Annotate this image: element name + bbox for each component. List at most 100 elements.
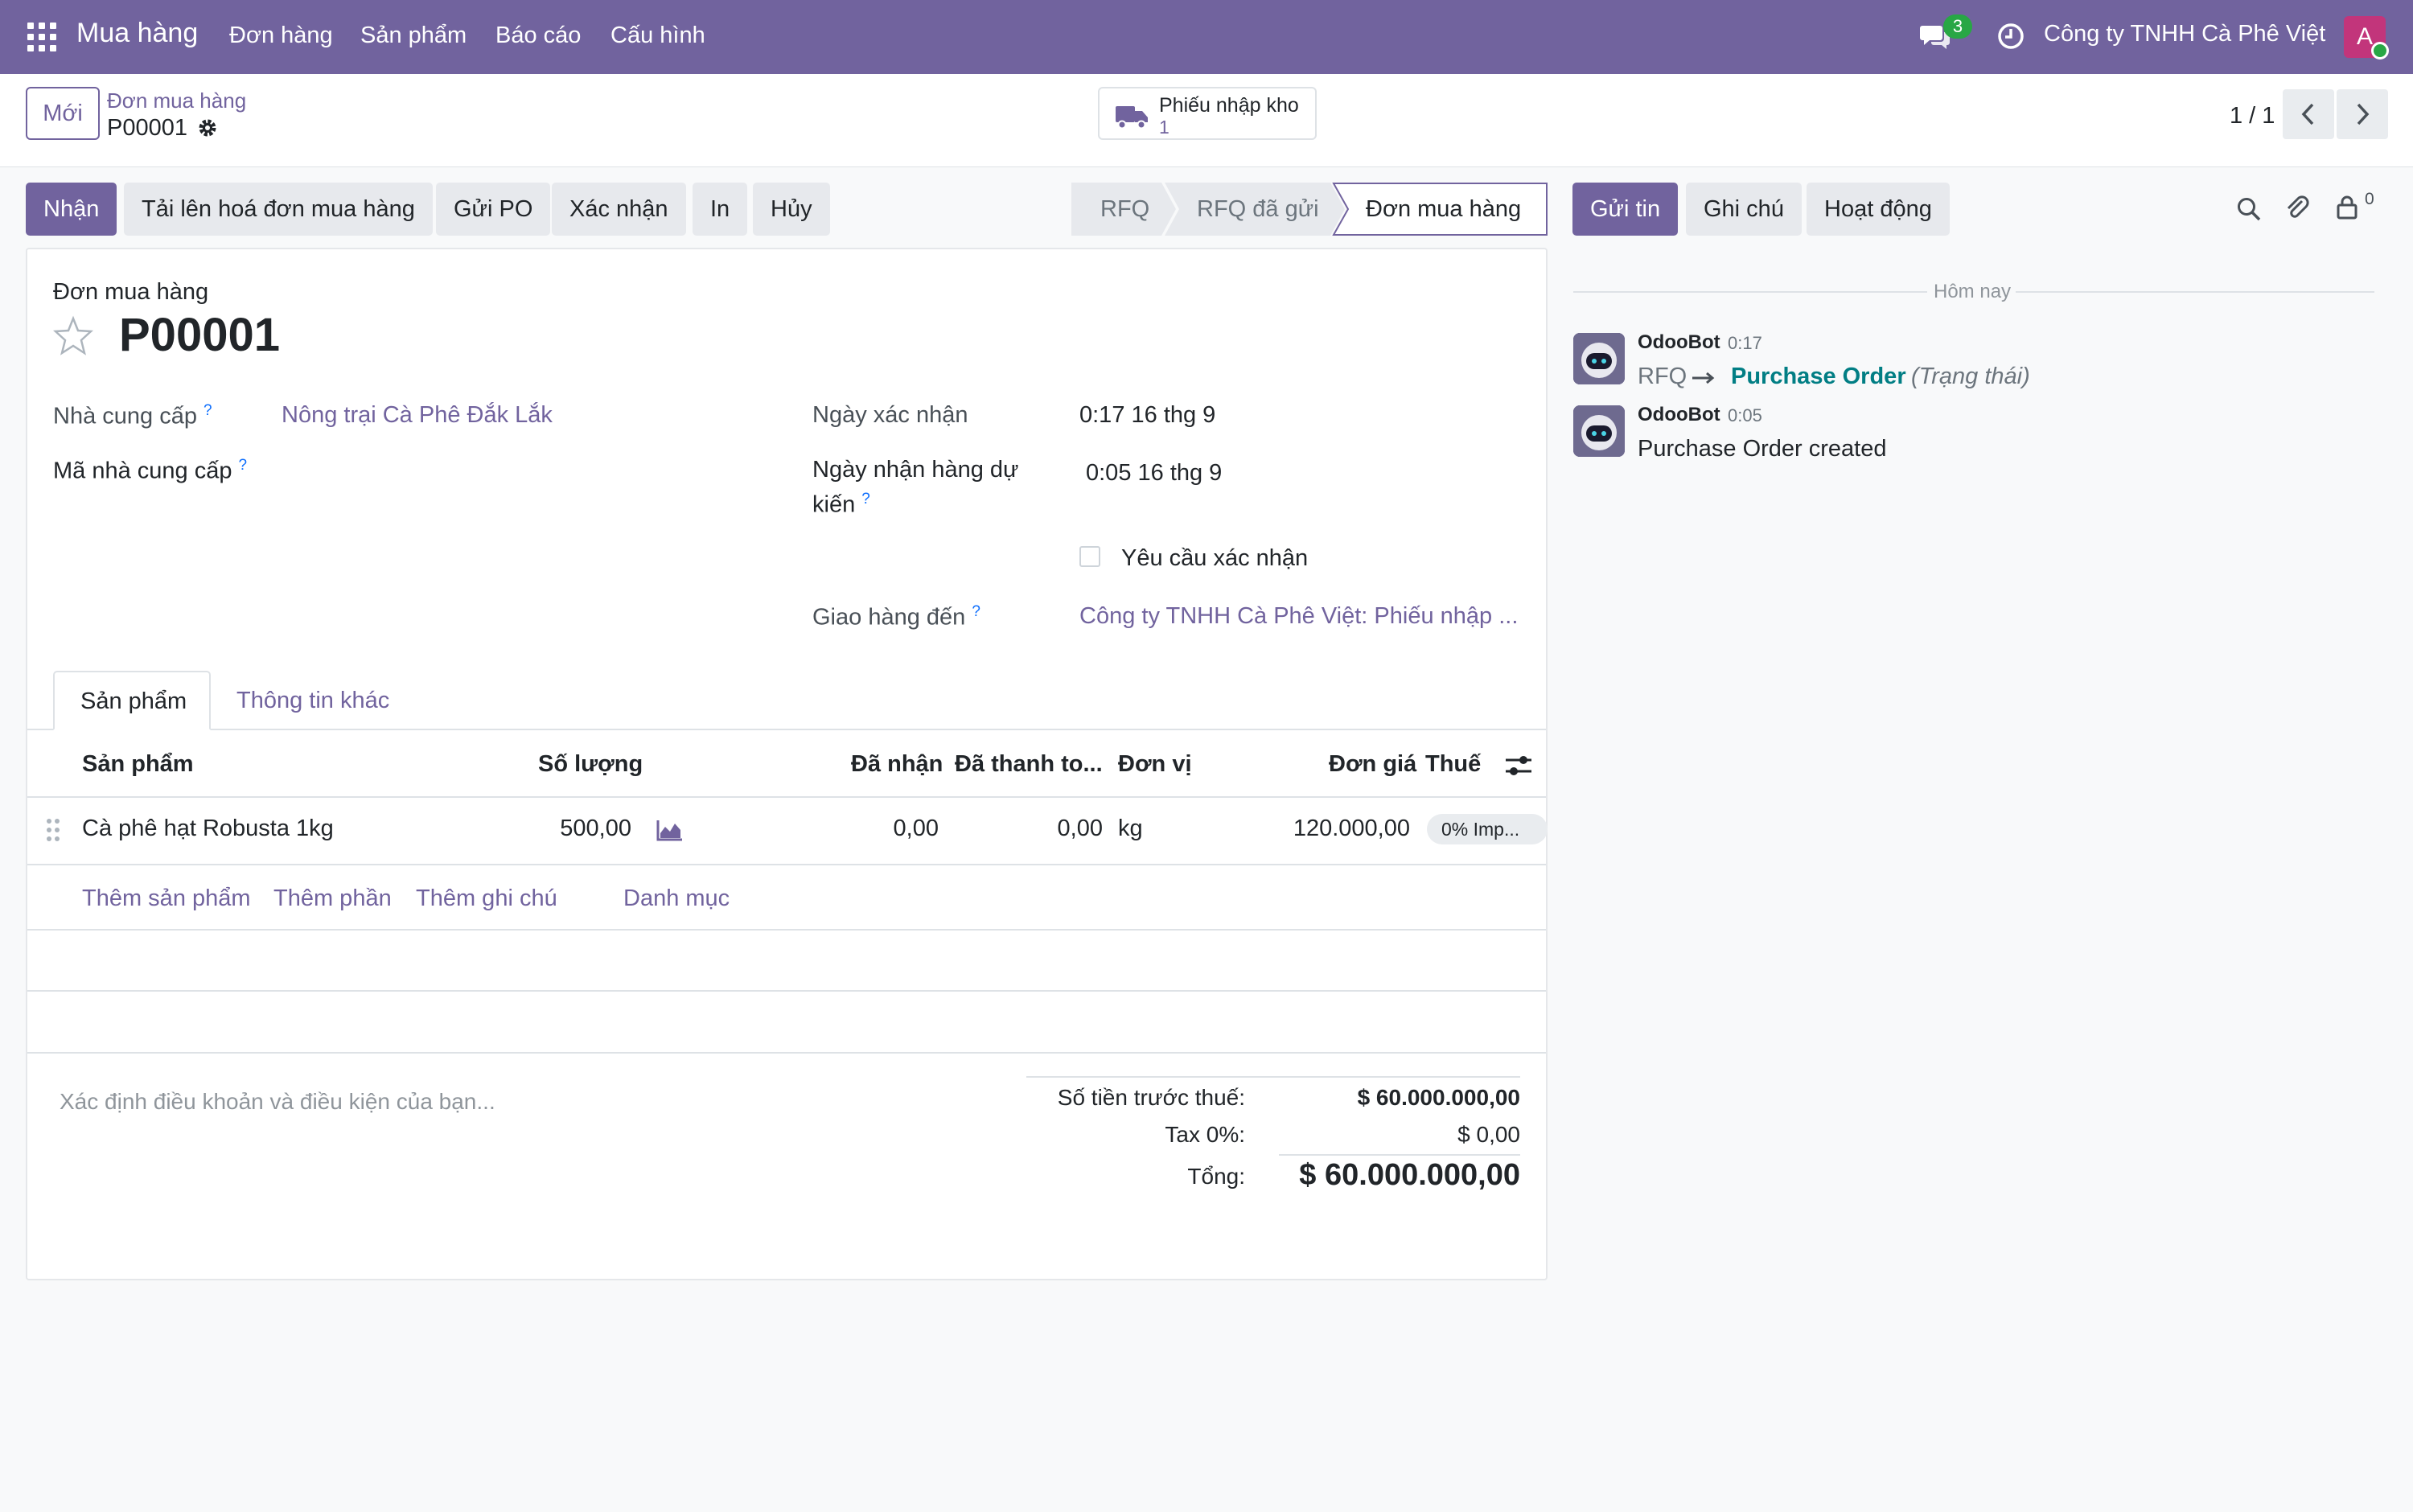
row-quantity[interactable]: 500,00: [483, 816, 631, 842]
send-message-button[interactable]: Gửi tin: [1572, 183, 1679, 236]
help-icon[interactable]: ?: [861, 491, 870, 507]
untaxed-label: Số tiền trước thuế:: [1057, 1085, 1245, 1110]
confirm-button[interactable]: Xác nhận: [552, 183, 686, 236]
breadcrumb-parent[interactable]: Đơn mua hàng: [107, 88, 246, 113]
pager-previous-button[interactable]: [2283, 89, 2334, 139]
drag-handle-icon[interactable]: [45, 817, 61, 843]
apps-menu-icon[interactable]: [27, 23, 56, 51]
column-header-quantity[interactable]: Số lượng: [538, 751, 643, 778]
column-header-received[interactable]: Đã nhận: [851, 751, 943, 778]
vendor-ref-label-text: Mã nhà cung cấp: [53, 458, 232, 484]
statusbar: RFQ RFQ đã gửi Đơn mua hàng: [1071, 183, 1548, 236]
menu-config[interactable]: Cấu hình: [610, 23, 705, 49]
tabs-underline: [27, 729, 1546, 730]
date-separator-line: [1573, 291, 1927, 293]
paperclip-icon[interactable]: [2284, 193, 2310, 222]
message-body: Purchase Order created: [1638, 436, 1887, 462]
tracking-new-value: Purchase Order: [1731, 364, 1906, 389]
expected-date-field[interactable]: 0:05 16 thg 9: [1086, 460, 1222, 487]
terms-input[interactable]: Xác định điều khoản và điều kiện của bạn…: [60, 1089, 495, 1115]
optional-columns-icon[interactable]: [1504, 753, 1533, 779]
pager-value[interactable]: 1 / 1: [2230, 103, 2275, 129]
ask-confirm-checkbox[interactable]: [1079, 546, 1100, 567]
help-icon[interactable]: ?: [239, 457, 248, 474]
add-section-link[interactable]: Thêm phần: [273, 885, 392, 912]
odoobot-avatar[interactable]: [1573, 333, 1625, 384]
stage-rfq[interactable]: RFQ: [1100, 183, 1149, 236]
company-switcher[interactable]: Công ty TNHH Cà Phê Việt: [2044, 21, 2325, 47]
tax-label: Tax 0%:: [1165, 1122, 1245, 1147]
app-name[interactable]: Mua hàng: [76, 18, 198, 49]
cancel-button[interactable]: Hủy: [753, 183, 830, 236]
tab-products[interactable]: Sản phẩm: [53, 671, 211, 730]
upload-bill-button[interactable]: Tải lên hoá đơn mua hàng: [124, 183, 433, 236]
gear-icon[interactable]: [196, 117, 219, 139]
message-author[interactable]: OdooBot: [1638, 404, 1720, 426]
menu-products[interactable]: Sản phẩm: [360, 23, 467, 49]
activity-button[interactable]: Hoạt động: [1807, 183, 1950, 236]
deliver-to-label-text: Giao hàng đến: [812, 604, 966, 631]
send-po-button[interactable]: Gửi PO: [436, 183, 551, 236]
follower-icon[interactable]: [2336, 195, 2360, 220]
chevron-right-icon: [2357, 103, 2370, 125]
add-note-link[interactable]: Thêm ghi chú: [416, 885, 557, 912]
column-header-product[interactable]: Sản phẩm: [82, 751, 194, 778]
top-navbar: Mua hàng Đơn hàng Sản phẩm Báo cáo Cấu h…: [0, 0, 2413, 74]
totals-top-border: [1026, 1076, 1520, 1078]
tracking-old-value: RFQ: [1638, 364, 1687, 389]
receive-products-button[interactable]: Nhận: [26, 183, 117, 236]
add-product-link[interactable]: Thêm sản phẩm: [82, 885, 251, 912]
order-type-label: Đơn mua hàng: [53, 279, 209, 305]
row-border: [27, 929, 1546, 931]
menu-orders[interactable]: Đơn hàng: [229, 23, 333, 49]
row-product[interactable]: Cà phê hạt Robusta 1kg: [82, 816, 334, 842]
help-icon[interactable]: ?: [203, 402, 212, 419]
column-header-taxes[interactable]: Thuế: [1425, 751, 1481, 778]
odoobot-avatar[interactable]: [1573, 405, 1625, 457]
clock-icon[interactable]: [1996, 22, 2025, 51]
stage-purchase-order[interactable]: Đơn mua hàng: [1366, 183, 1521, 236]
tracking-field: (Trạng thái): [1911, 364, 2030, 389]
log-note-button[interactable]: Ghi chú: [1686, 183, 1802, 236]
help-icon[interactable]: ?: [972, 603, 980, 620]
forecast-chart-icon[interactable]: [656, 819, 684, 841]
tab-other-info[interactable]: Thông tin khác: [236, 688, 389, 714]
vendor-field[interactable]: Nông trại Cà Phê Đắk Lắk: [282, 402, 553, 429]
receipts-smart-button[interactable]: Phiếu nhập kho 1: [1098, 87, 1317, 140]
row-uom[interactable]: kg: [1118, 816, 1143, 842]
vendor-label-text: Nhà cung cấp: [53, 403, 197, 429]
star-icon[interactable]: [51, 315, 95, 357]
tab-products-label: Sản phẩm: [80, 688, 187, 714]
deliver-to-label: Giao hàng đến ?: [812, 603, 980, 631]
truck-icon: [1116, 106, 1148, 129]
expected-date-label-line2: kiến ?: [812, 491, 870, 519]
chat-count-badge: 3: [1943, 14, 1972, 39]
column-header-unit-price[interactable]: Đơn giá: [1329, 751, 1416, 778]
robot-icon: [1573, 405, 1625, 457]
untaxed-value: $ 60.000.000,00: [1357, 1085, 1520, 1110]
column-header-billed[interactable]: Đã thanh to...: [955, 751, 1103, 778]
print-button[interactable]: In: [693, 183, 748, 236]
stage-rfq-sent[interactable]: RFQ đã gửi: [1197, 183, 1319, 236]
vendor-ref-label: Mã nhà cung cấp ?: [53, 457, 247, 485]
arrow-right-icon: [1692, 372, 1715, 384]
total-label: Tổng:: [1187, 1164, 1245, 1189]
row-unit-price[interactable]: 120.000,00: [1206, 816, 1410, 842]
search-icon[interactable]: [2236, 196, 2262, 222]
message-time: 0:05: [1728, 405, 1762, 425]
row-tax-badge[interactable]: 0% Imp...: [1427, 814, 1548, 844]
column-header-uom[interactable]: Đơn vị: [1118, 751, 1192, 778]
row-billed: 0,00: [1057, 816, 1103, 841]
row-border: [27, 864, 1546, 865]
catalog-link[interactable]: Danh mục: [623, 885, 730, 912]
follower-count: 0: [2365, 190, 2374, 208]
menu-reports[interactable]: Báo cáo: [495, 23, 581, 49]
deliver-to-field[interactable]: Công ty TNHH Cà Phê Việt: Phiếu nhập ...: [1079, 603, 1518, 630]
pager-next-button[interactable]: [2337, 89, 2388, 139]
message-time: 0:17: [1728, 333, 1762, 353]
tax-value: $ 0,00: [1457, 1122, 1520, 1147]
confirm-date-field[interactable]: 0:17 16 thg 9: [1079, 402, 1215, 429]
vendor-ref-input[interactable]: [282, 450, 764, 487]
message-author[interactable]: OdooBot: [1638, 331, 1720, 354]
new-button[interactable]: Mới: [26, 87, 100, 140]
